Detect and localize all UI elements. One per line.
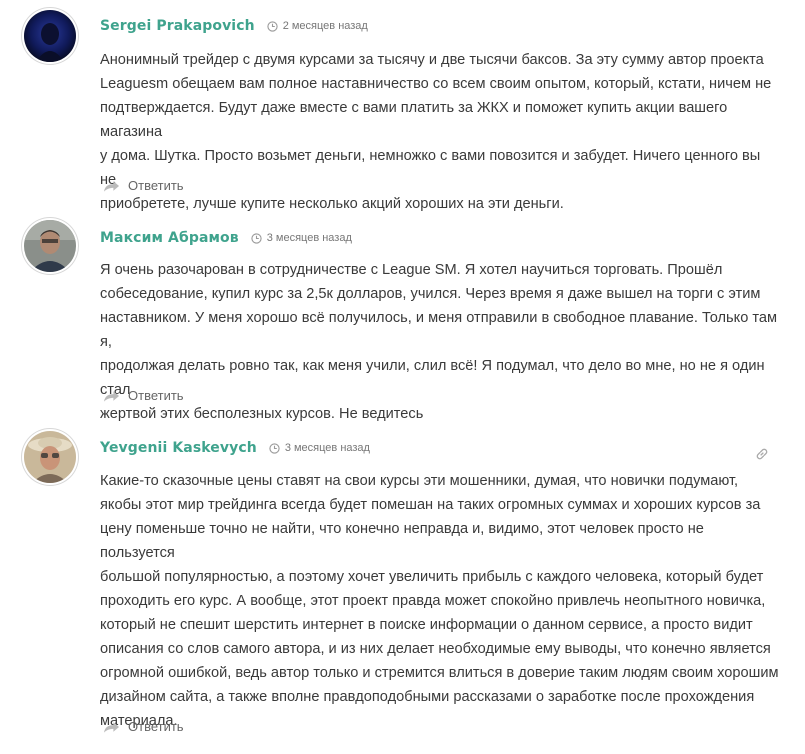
time-label: 3 месяцев назад	[266, 232, 352, 244]
reply-arrow-icon	[103, 390, 120, 402]
reply-label: Ответить	[128, 719, 184, 734]
comment-line: Leaguesm обещаем вам полное наставничест…	[100, 76, 772, 92]
link-icon[interactable]	[755, 447, 769, 461]
comment-line: жертвой этих бесполезных курсов. Не веди…	[100, 406, 424, 422]
reply-button[interactable]: Ответить	[103, 388, 184, 403]
reply-button[interactable]: Ответить	[103, 719, 184, 734]
comment-time[interactable]: 2 месяцев назад	[267, 20, 368, 32]
reply-label: Ответить	[128, 388, 184, 403]
comment-line: якобы этот мир трейдинга всегда будет по…	[100, 497, 761, 513]
comment-line: у дома. Шутка. Просто возьмет деньги, не…	[100, 148, 761, 188]
clock-icon	[269, 442, 280, 454]
comment-line: огромной ошибкой, ведь автор только и ст…	[100, 665, 779, 681]
comment-text: Какие-то сказочные цены ставят на свои к…	[100, 469, 780, 733]
reply-label: Ответить	[128, 178, 184, 193]
comment-line: цену поменьше точно не найти, что конечн…	[100, 521, 704, 561]
time-label: 3 месяцев назад	[284, 442, 370, 454]
avatar[interactable]	[24, 220, 76, 272]
author-name[interactable]: Максим Абрамов	[100, 230, 239, 246]
comment-line: подтверждается. Будут даже вместе с вами…	[100, 100, 728, 140]
avatar-image	[24, 10, 76, 62]
comment-line: проходить его курс. А вообще, этот проек…	[100, 593, 766, 609]
comment-time[interactable]: 3 месяцев назад	[269, 442, 370, 454]
comment-meta: Максим Абрамов 3 месяцев назад	[100, 230, 352, 246]
comment-line: собеседование, купил курс за 2,5к доллар…	[100, 286, 761, 302]
avatar[interactable]	[24, 431, 76, 483]
clock-icon	[267, 20, 278, 32]
comment-line: дизайном сайта, а также вполне правдопод…	[100, 689, 755, 705]
comment-text: Я очень разочарован в сотрудничестве с L…	[100, 258, 780, 426]
comment-line: материала.	[100, 713, 178, 729]
comment-line: описания со слов самого автора, и из них…	[100, 641, 771, 657]
comment-line: который не спешит шерстить интернет в по…	[100, 617, 753, 633]
comment-line: приобретете, лучше купите несколько акци…	[100, 196, 564, 212]
avatar-image	[24, 431, 76, 483]
comment-line: Я очень разочарован в сотрудничестве с L…	[100, 262, 723, 278]
comment-meta: Sergei Prakapovich 2 месяцев назад	[100, 18, 368, 34]
avatar-image	[24, 220, 76, 272]
reply-arrow-icon	[103, 721, 120, 733]
comment-meta: Yevgenii Kaskevych 3 месяцев назад	[100, 440, 370, 456]
comment-line: Анонимный трейдер с двумя курсами за тыс…	[100, 52, 764, 68]
comment-time[interactable]: 3 месяцев назад	[251, 232, 352, 244]
clock-icon	[251, 232, 262, 244]
reply-button[interactable]: Ответить	[103, 178, 184, 193]
time-label: 2 месяцев назад	[282, 20, 368, 32]
comment-line: Какие-то сказочные цены ставят на свои к…	[100, 473, 739, 489]
avatar[interactable]	[24, 10, 76, 62]
author-name[interactable]: Sergei Prakapovich	[100, 18, 255, 34]
comment-line: большой популярностью, а поэтому хочет у…	[100, 569, 764, 585]
comment-line: наставником. У меня хорошо всё получилос…	[100, 310, 778, 350]
comment-text: Анонимный трейдер с двумя курсами за тыс…	[100, 48, 780, 216]
comment-line: продолжая делать ровно так, как меня учи…	[100, 358, 765, 398]
reply-arrow-icon	[103, 180, 120, 192]
author-name[interactable]: Yevgenii Kaskevych	[100, 440, 257, 456]
